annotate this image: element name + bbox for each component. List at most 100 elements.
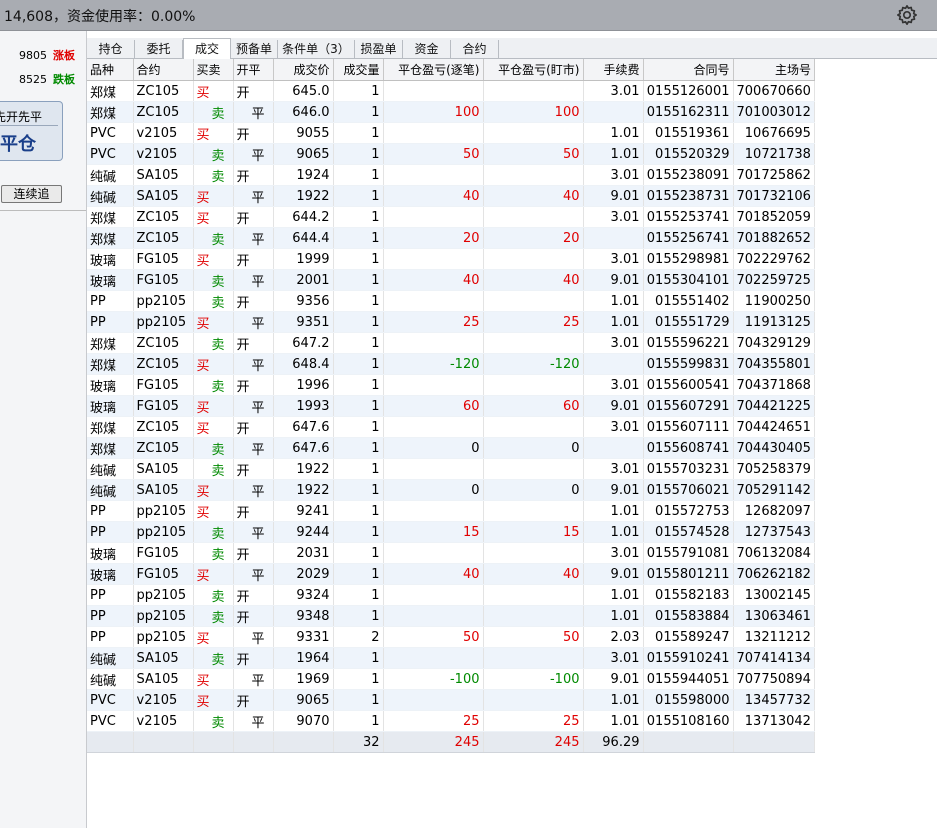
tab-orders[interactable]: 委托	[135, 40, 183, 58]
cell-contract: ZC105	[133, 353, 194, 375]
cell-pnl-mtm	[483, 605, 584, 627]
table-row[interactable]: 玻璃 FG105 卖开 1996 1 3.01 0155600541 704371868	[87, 374, 815, 396]
col-header-direction[interactable]: 买卖	[193, 59, 234, 81]
cell-pnl-trade: 15	[383, 521, 484, 543]
cell-offset: 平	[233, 710, 274, 732]
col-header-price[interactable]: 成交价	[273, 59, 334, 81]
col-header-order-id[interactable]: 合同号	[643, 59, 734, 81]
cell-fee: 1.01	[583, 584, 644, 606]
cell-fee: 1.01	[583, 500, 644, 522]
table-row[interactable]: PP pp2105 买平 9331 2 50 50 2.03 015589247 13211212	[87, 626, 815, 648]
table-row[interactable]: PVC v2105 卖平 9065 1 50 50 1.01 015520329 10721738	[87, 143, 815, 165]
table-row[interactable]: 郑煤 ZC105 买开 647.6 1 3.01 0155607111 704424651	[87, 416, 815, 438]
table-row[interactable]: 玻璃 FG105 卖开 2031 1 3.01 0155791081 706132084	[87, 542, 815, 564]
continuous-chase-button[interactable]: 连续追	[1, 185, 62, 203]
cell-pnl-trade: 0	[383, 479, 484, 501]
table-row[interactable]: 郑煤 ZC105 买平 648.4 1 -120 -120 0155599831 7043558…	[87, 353, 815, 375]
cell-product: 玻璃	[87, 269, 134, 291]
cell-direction: 卖	[193, 521, 234, 543]
cell-price: 9356	[273, 290, 334, 312]
cell-product: 玻璃	[87, 542, 134, 564]
table-row[interactable]: PP pp2105 买平 9351 1 25 25 1.01 015551729 11913125	[87, 311, 815, 333]
table-row[interactable]: 玻璃 FG105 买平 2029 1 40 40 9.01 0155801211 70626218…	[87, 563, 815, 585]
table-row[interactable]: 郑煤 ZC105 卖平 644.4 1 20 20 0155256741 701882652	[87, 227, 815, 249]
table-row[interactable]: 玻璃 FG105 卖平 2001 1 40 40 9.01 0155304101 70225972…	[87, 269, 815, 291]
tab-positions[interactable]: 持仓	[87, 40, 135, 58]
col-header-volume[interactable]: 成交量	[333, 59, 384, 81]
table-row[interactable]: 玻璃 FG105 买平 1993 1 60 60 9.01 0155607291 70442122…	[87, 395, 815, 417]
table-row[interactable]: PP pp2105 买开 9241 1 1.01 015572753 12682097	[87, 500, 815, 522]
cell-offset: 开	[233, 416, 274, 438]
col-header-product[interactable]: 品种	[87, 59, 134, 81]
table-row[interactable]: 纯碱 SA105 买平 1969 1 -100 -100 9.01 0155944051 7077…	[87, 668, 815, 690]
col-header-contract[interactable]: 合约	[133, 59, 194, 81]
col-header-offset[interactable]: 开平	[233, 59, 274, 81]
cell-direction: 买	[193, 479, 234, 501]
col-header-fee[interactable]: 手续费	[583, 59, 644, 81]
table-row[interactable]: PP pp2105 卖开 9348 1 1.01 015583884 13063461	[87, 605, 815, 627]
cell-pnl-mtm	[483, 647, 584, 669]
table-row[interactable]: PP pp2105 卖开 9324 1 1.01 015582183 13002145	[87, 584, 815, 606]
table-row[interactable]: 郑煤 ZC105 买开 645.0 1 3.01 0155126001 700670660	[87, 80, 815, 102]
limit-up-label[interactable]: 涨板	[53, 49, 75, 62]
table-row[interactable]: 郑煤 ZC105 卖平 646.0 1 100 100 0155162311 701003012	[87, 101, 815, 123]
cell-offset: 平	[233, 626, 274, 648]
cell-exchange-id: 704329129	[733, 332, 815, 354]
cell-product: PP	[87, 584, 134, 606]
tab-conditional-orders[interactable]: 条件单（3）	[278, 40, 355, 58]
limit-down-label[interactable]: 跌板	[53, 73, 75, 86]
tab-contracts[interactable]: 合约	[451, 40, 499, 58]
table-row[interactable]: PP pp2105 卖开 9356 1 1.01 015551402 11900250	[87, 290, 815, 312]
table-row[interactable]: 郑煤 ZC105 卖开 647.2 1 3.01 0155596221 704329129	[87, 332, 815, 354]
top-status-bar: 14,608，资金使用率：0.00%	[0, 0, 937, 31]
cell-price: 648.4	[273, 353, 334, 375]
cell-exchange-id: 702259725	[733, 269, 815, 291]
cell-order-id: 0155607291	[643, 395, 734, 417]
cell-pnl-trade	[383, 605, 484, 627]
cell-direction: 买	[193, 416, 234, 438]
cell-product: PVC	[87, 143, 134, 165]
col-header-pnl-trade[interactable]: 平仓盈亏(逐笔)	[383, 59, 484, 81]
table-row[interactable]: 郑煤 ZC105 买开 644.2 1 3.01 0155253741 701852059	[87, 206, 815, 228]
close-position-button[interactable]: 先开先平 平仓	[0, 101, 63, 161]
cell-fee: 9.01	[583, 185, 644, 207]
tab-prepared-orders[interactable]: 预备单	[231, 40, 278, 58]
gear-icon[interactable]	[896, 4, 918, 26]
cell-volume: 1	[333, 227, 384, 249]
table-row[interactable]: PP pp2105 卖平 9244 1 15 15 1.01 015574528 12737543	[87, 521, 815, 543]
cell-order-id: 0155703231	[643, 458, 734, 480]
cell-contract: SA105	[133, 668, 194, 690]
table-row[interactable]: 纯碱 SA105 卖开 1964 1 3.01 0155910241 707414134	[87, 647, 815, 669]
cell-volume: 1	[333, 416, 384, 438]
cell-contract: pp2105	[133, 626, 194, 648]
table-row[interactable]: 纯碱 SA105 买平 1922 1 0 0 9.01 0155706021 705291142	[87, 479, 815, 501]
cell-price: 9241	[273, 500, 334, 522]
table-row[interactable]: PVC v2105 卖平 9070 1 25 25 1.01 0155108160 1371304…	[87, 710, 815, 732]
col-header-exchange-id[interactable]: 主场号	[733, 59, 815, 81]
cell-product: PVC	[87, 122, 134, 144]
cell-offset: 平	[233, 668, 274, 690]
cell-contract: SA105	[133, 185, 194, 207]
table-row[interactable]: 纯碱 SA105 卖开 1922 1 3.01 0155703231 705258379	[87, 458, 815, 480]
trades-table-body: 郑煤 ZC105 买开 645.0 1 3.01 0155126001 700670660 郑煤…	[87, 80, 815, 753]
tab-funds[interactable]: 资金	[403, 40, 451, 58]
table-row[interactable]: 郑煤 ZC105 卖平 647.6 1 0 0 0155608741 704430405	[87, 437, 815, 459]
table-row[interactable]: PVC v2105 买开 9065 1 1.01 015598000 13457732	[87, 689, 815, 711]
cell-pnl-mtm: 0	[483, 479, 584, 501]
table-row[interactable]: 纯碱 SA105 卖开 1924 1 3.01 0155238091 701725862	[87, 164, 815, 186]
tab-stop-profit-orders[interactable]: 损盈单	[355, 40, 403, 58]
col-header-pnl-mtm[interactable]: 平仓盈亏(盯市)	[483, 59, 584, 81]
cell-contract: ZC105	[133, 101, 194, 123]
cell-pnl-trade: 25	[383, 710, 484, 732]
cell-pnl-mtm: 40	[483, 269, 584, 291]
table-row[interactable]: 玻璃 FG105 买开 1999 1 3.01 0155298981 702229762	[87, 248, 815, 270]
cell-product: 纯碱	[87, 458, 134, 480]
table-row[interactable]: PVC v2105 买开 9055 1 1.01 015519361 10676695	[87, 122, 815, 144]
cell-price: 1922	[273, 458, 334, 480]
cell-pnl-trade	[383, 290, 484, 312]
table-row[interactable]: 纯碱 SA105 买平 1922 1 40 40 9.01 0155238731 70173210…	[87, 185, 815, 207]
cell-offset: 开	[233, 647, 274, 669]
cell-price: 9348	[273, 605, 334, 627]
limit-up-price: 9805	[19, 49, 47, 62]
tab-trades[interactable]: 成交	[183, 38, 231, 60]
